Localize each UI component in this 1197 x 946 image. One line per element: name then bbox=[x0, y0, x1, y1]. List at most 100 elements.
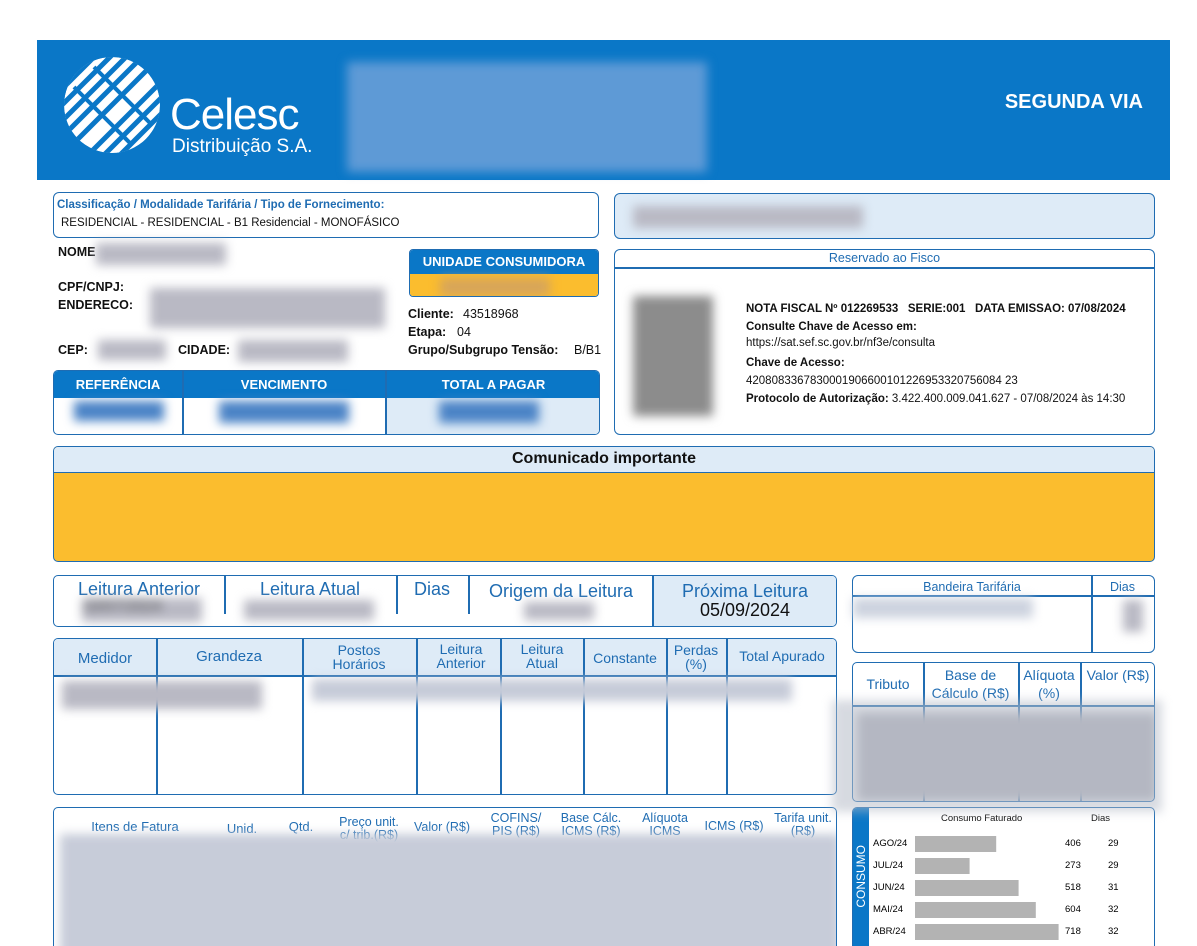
total-header: TOTAL A PAGAR bbox=[386, 371, 599, 398]
referencia-header: REFERÊNCIA bbox=[54, 371, 182, 398]
consumo-dias-label: 32 bbox=[1108, 926, 1119, 937]
unidade-consumidora-box: UNIDADE CONSUMIDORA bbox=[409, 249, 599, 297]
consulte-url[interactable]: https://sat.sef.sc.gov.br/nf3e/consulta bbox=[746, 337, 935, 349]
consumo-bar bbox=[915, 836, 997, 852]
etapa-label: Etapa: bbox=[408, 325, 447, 339]
leitura-anterior-value: 10/07/2024 bbox=[82, 598, 202, 622]
proxima-header: Próxima Leitura bbox=[681, 581, 809, 601]
consumo-value-label: 518 bbox=[1065, 882, 1081, 893]
redacted-bandeira-dias bbox=[1123, 600, 1143, 632]
segunda-via-label: SEGUNDA VIA bbox=[1004, 91, 1143, 113]
classificacao-value: RESIDENCIAL - RESIDENCIAL - B1 Residenci… bbox=[61, 217, 400, 229]
tributo-header-1: Base de Cálculo (R$) bbox=[931, 667, 1010, 701]
endereco-label: ENDERECO: bbox=[58, 298, 134, 312]
leitura-anterior-header: Leitura Anterior bbox=[77, 579, 201, 599]
medidor-header-5: Constante bbox=[593, 650, 657, 666]
medidor-header-6: Perdas (%) bbox=[673, 642, 719, 672]
consumo-month-label: ABR/24 bbox=[873, 926, 906, 937]
consumo-dias-header: Dias bbox=[1091, 813, 1111, 824]
cliente-label: Cliente: bbox=[408, 307, 454, 321]
proxima-value: 05/09/2024 bbox=[699, 600, 791, 620]
consumo-month-label: JUN/24 bbox=[873, 882, 905, 893]
redacted-referencia bbox=[74, 401, 164, 421]
redacted-overlay bbox=[832, 700, 1162, 812]
comunicado-box: Comunicado importante bbox=[53, 446, 1155, 562]
grupo-value: B/B1 bbox=[574, 343, 602, 357]
tributo-header-0: Tributo bbox=[866, 676, 910, 692]
redacted-unidade bbox=[440, 278, 550, 296]
origem-header: Origem da Leitura bbox=[488, 581, 634, 601]
etapa-value: 04 bbox=[457, 325, 471, 339]
consumo-month-label: AGO/24 bbox=[873, 838, 907, 849]
consumo-bar bbox=[915, 902, 1036, 918]
protocolo-label: Protocolo de Autorização: bbox=[746, 393, 889, 405]
redacted-nome bbox=[96, 243, 226, 265]
unidade-consumidora-title: UNIDADE CONSUMIDORA bbox=[410, 250, 598, 274]
fisco-title: Reservado ao Fisco bbox=[828, 251, 941, 265]
redacted-itens bbox=[60, 834, 836, 946]
consumo-dias-label: 29 bbox=[1108, 860, 1119, 871]
consumo-chart: CONSUMO Consumo Faturado Dias AGO/24 406 2… bbox=[852, 807, 1155, 946]
medidor-header-4: Leitura Atual bbox=[520, 641, 564, 671]
itens-header-8: ICMS (R$) bbox=[704, 819, 764, 833]
consumo-value-label: 718 bbox=[1065, 926, 1081, 937]
itens-header-4: Valor (R$) bbox=[413, 820, 471, 834]
protocolo: Protocolo de Autorização: 3.422.400.009.… bbox=[746, 393, 1125, 405]
chave-label: Chave de Acesso: bbox=[746, 357, 845, 369]
unidade-consumidora-value bbox=[410, 274, 598, 296]
consumo-month-label: JUL/24 bbox=[873, 860, 903, 871]
nota-numero: NOTA FISCAL Nº 012269533 bbox=[746, 303, 899, 315]
cpf-label: CPF/CNPJ: bbox=[58, 280, 124, 294]
payment-summary: REFERÊNCIA VENCIMENTO TOTAL A PAGAR bbox=[53, 370, 600, 435]
consumo-side-label: CONSUMO bbox=[854, 845, 868, 908]
bill-header: Celesc Distribuição S.A. SEGUNDA VIA bbox=[37, 40, 1170, 180]
grupo-label: Grupo/Subgrupo Tensão: bbox=[408, 343, 559, 357]
consumo-dias-label: 29 bbox=[1108, 838, 1119, 849]
consumo-header: Consumo Faturado bbox=[941, 813, 1023, 824]
redacted-leitura-atual bbox=[244, 600, 374, 620]
qr-code-icon bbox=[633, 296, 713, 416]
redacted-endereco bbox=[150, 288, 385, 328]
cliente-value: 43518968 bbox=[463, 307, 519, 321]
consumo-value-label: 273 bbox=[1065, 860, 1081, 871]
nota-serie: SERIE:001 bbox=[907, 303, 966, 315]
bandeira-dias: Dias bbox=[1109, 580, 1135, 594]
redacted-cep bbox=[98, 340, 166, 360]
protocolo-value: 3.422.400.009.041.627 - 07/08/2024 às 14… bbox=[891, 393, 1126, 405]
consumo-dias-label: 31 bbox=[1108, 882, 1119, 893]
leitura-box: Leitura Anterior Leitura Atual Dias Orig… bbox=[53, 575, 837, 627]
nome-label: NOME bbox=[58, 245, 96, 259]
tributo-header-3: Valor (R$) bbox=[1086, 667, 1150, 683]
consumo-month-label: MAI/24 bbox=[873, 904, 903, 915]
fisco-box: Reservado ao Fisco NOTA FISCAL Nº 012269… bbox=[614, 249, 1155, 435]
medidor-header-3: Leitura Anterior bbox=[436, 641, 486, 671]
brand-subtitle: Distribuição S.A. bbox=[172, 136, 313, 157]
consulte-label: Consulte Chave de Acesso em: bbox=[746, 321, 917, 333]
consumo-value-label: 406 bbox=[1065, 838, 1081, 849]
redacted-origem bbox=[524, 602, 594, 620]
medidor-header-2: Postos Horários bbox=[332, 642, 386, 672]
chave-value: 4208083367830001906600101226953320756084… bbox=[746, 375, 1018, 387]
bandeira-title: Bandeira Tarifária bbox=[923, 580, 1021, 594]
consumo-dias-label: 32 bbox=[1108, 904, 1119, 915]
vencimento-header: VENCIMENTO bbox=[183, 371, 385, 398]
tributo-header-2: Alíquota (%) bbox=[1023, 667, 1075, 701]
redacted-header-info bbox=[347, 62, 707, 172]
redacted-medidor-row bbox=[62, 681, 262, 709]
medidor-header-0: Medidor bbox=[77, 650, 133, 667]
nota-fiscal: NOTA FISCAL Nº 012269533 SERIE:001 DATA … bbox=[746, 303, 1126, 315]
redacted-medidor-row-values bbox=[312, 679, 792, 701]
classificacao-label: Classificação / Modalidade Tarifária / T… bbox=[57, 199, 385, 211]
medidor-header-1: Grandeza bbox=[196, 648, 262, 665]
comunicado-title: Comunicado importante bbox=[54, 447, 1154, 473]
redacted-total bbox=[439, 401, 539, 423]
leitura-atual-header: Leitura Atual bbox=[259, 579, 361, 599]
redacted-bandeira bbox=[853, 598, 1033, 618]
medidor-table: Medidor Grandeza Postos Horários Leitura… bbox=[53, 638, 837, 795]
consumo-bar bbox=[915, 880, 1019, 896]
celesc-logo-icon bbox=[64, 57, 160, 153]
consumo-bar bbox=[915, 858, 970, 874]
bandeira-box: Bandeira Tarifária Dias bbox=[852, 575, 1155, 653]
cidade-label: CIDADE: bbox=[178, 343, 231, 357]
nota-data: DATA EMISSAO: 07/08/2024 bbox=[975, 303, 1126, 315]
